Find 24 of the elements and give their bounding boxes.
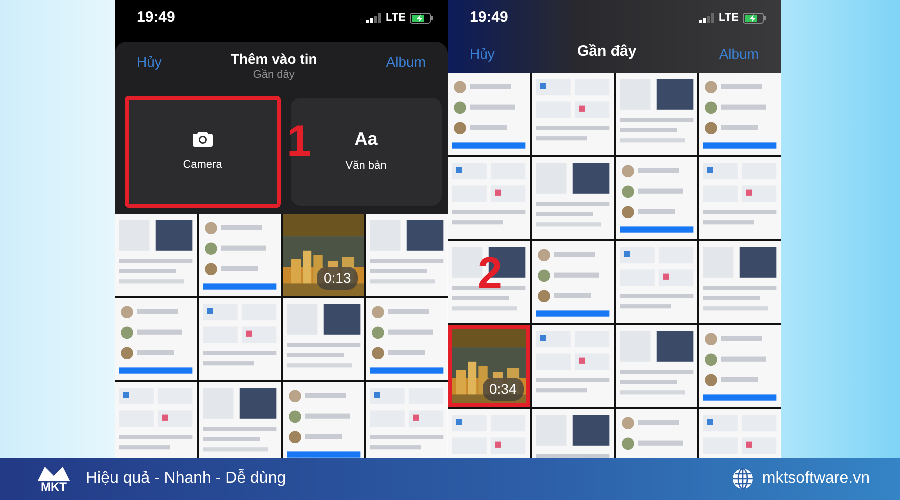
network-label: LTE bbox=[386, 10, 406, 26]
camera-icon bbox=[192, 130, 213, 147]
step-number: 2 bbox=[478, 252, 502, 296]
sheet-subtitle: Gần đây bbox=[252, 68, 296, 84]
sheet-title: Thêm vào tin bbox=[230, 52, 318, 68]
status-time: 19:49 bbox=[137, 8, 176, 28]
camera-option[interactable]: Camera bbox=[127, 98, 278, 206]
signal-icon bbox=[699, 13, 716, 23]
album-link[interactable]: Album bbox=[719, 44, 759, 65]
globe-icon bbox=[732, 468, 754, 490]
video-duration: 0:13 bbox=[317, 266, 358, 290]
status-time: 19:49 bbox=[470, 8, 508, 28]
sheet-title: Gần đây bbox=[578, 44, 637, 60]
mkt-logo: MKT bbox=[36, 465, 72, 493]
battery-icon bbox=[410, 12, 434, 24]
battery-icon bbox=[743, 12, 767, 24]
video-duration: 0:34 bbox=[482, 378, 524, 401]
signal-icon bbox=[366, 13, 382, 23]
album-link[interactable]: Album bbox=[386, 52, 426, 73]
slogan-text: Hiệu quả - Nhanh - Dễ dùng bbox=[86, 468, 286, 489]
network-label: LTE bbox=[719, 10, 739, 26]
cancel-link[interactable]: Hủy bbox=[470, 44, 495, 65]
website-text: mktsoftware.vn bbox=[762, 469, 870, 489]
cancel-link[interactable]: Hủy bbox=[137, 52, 162, 73]
